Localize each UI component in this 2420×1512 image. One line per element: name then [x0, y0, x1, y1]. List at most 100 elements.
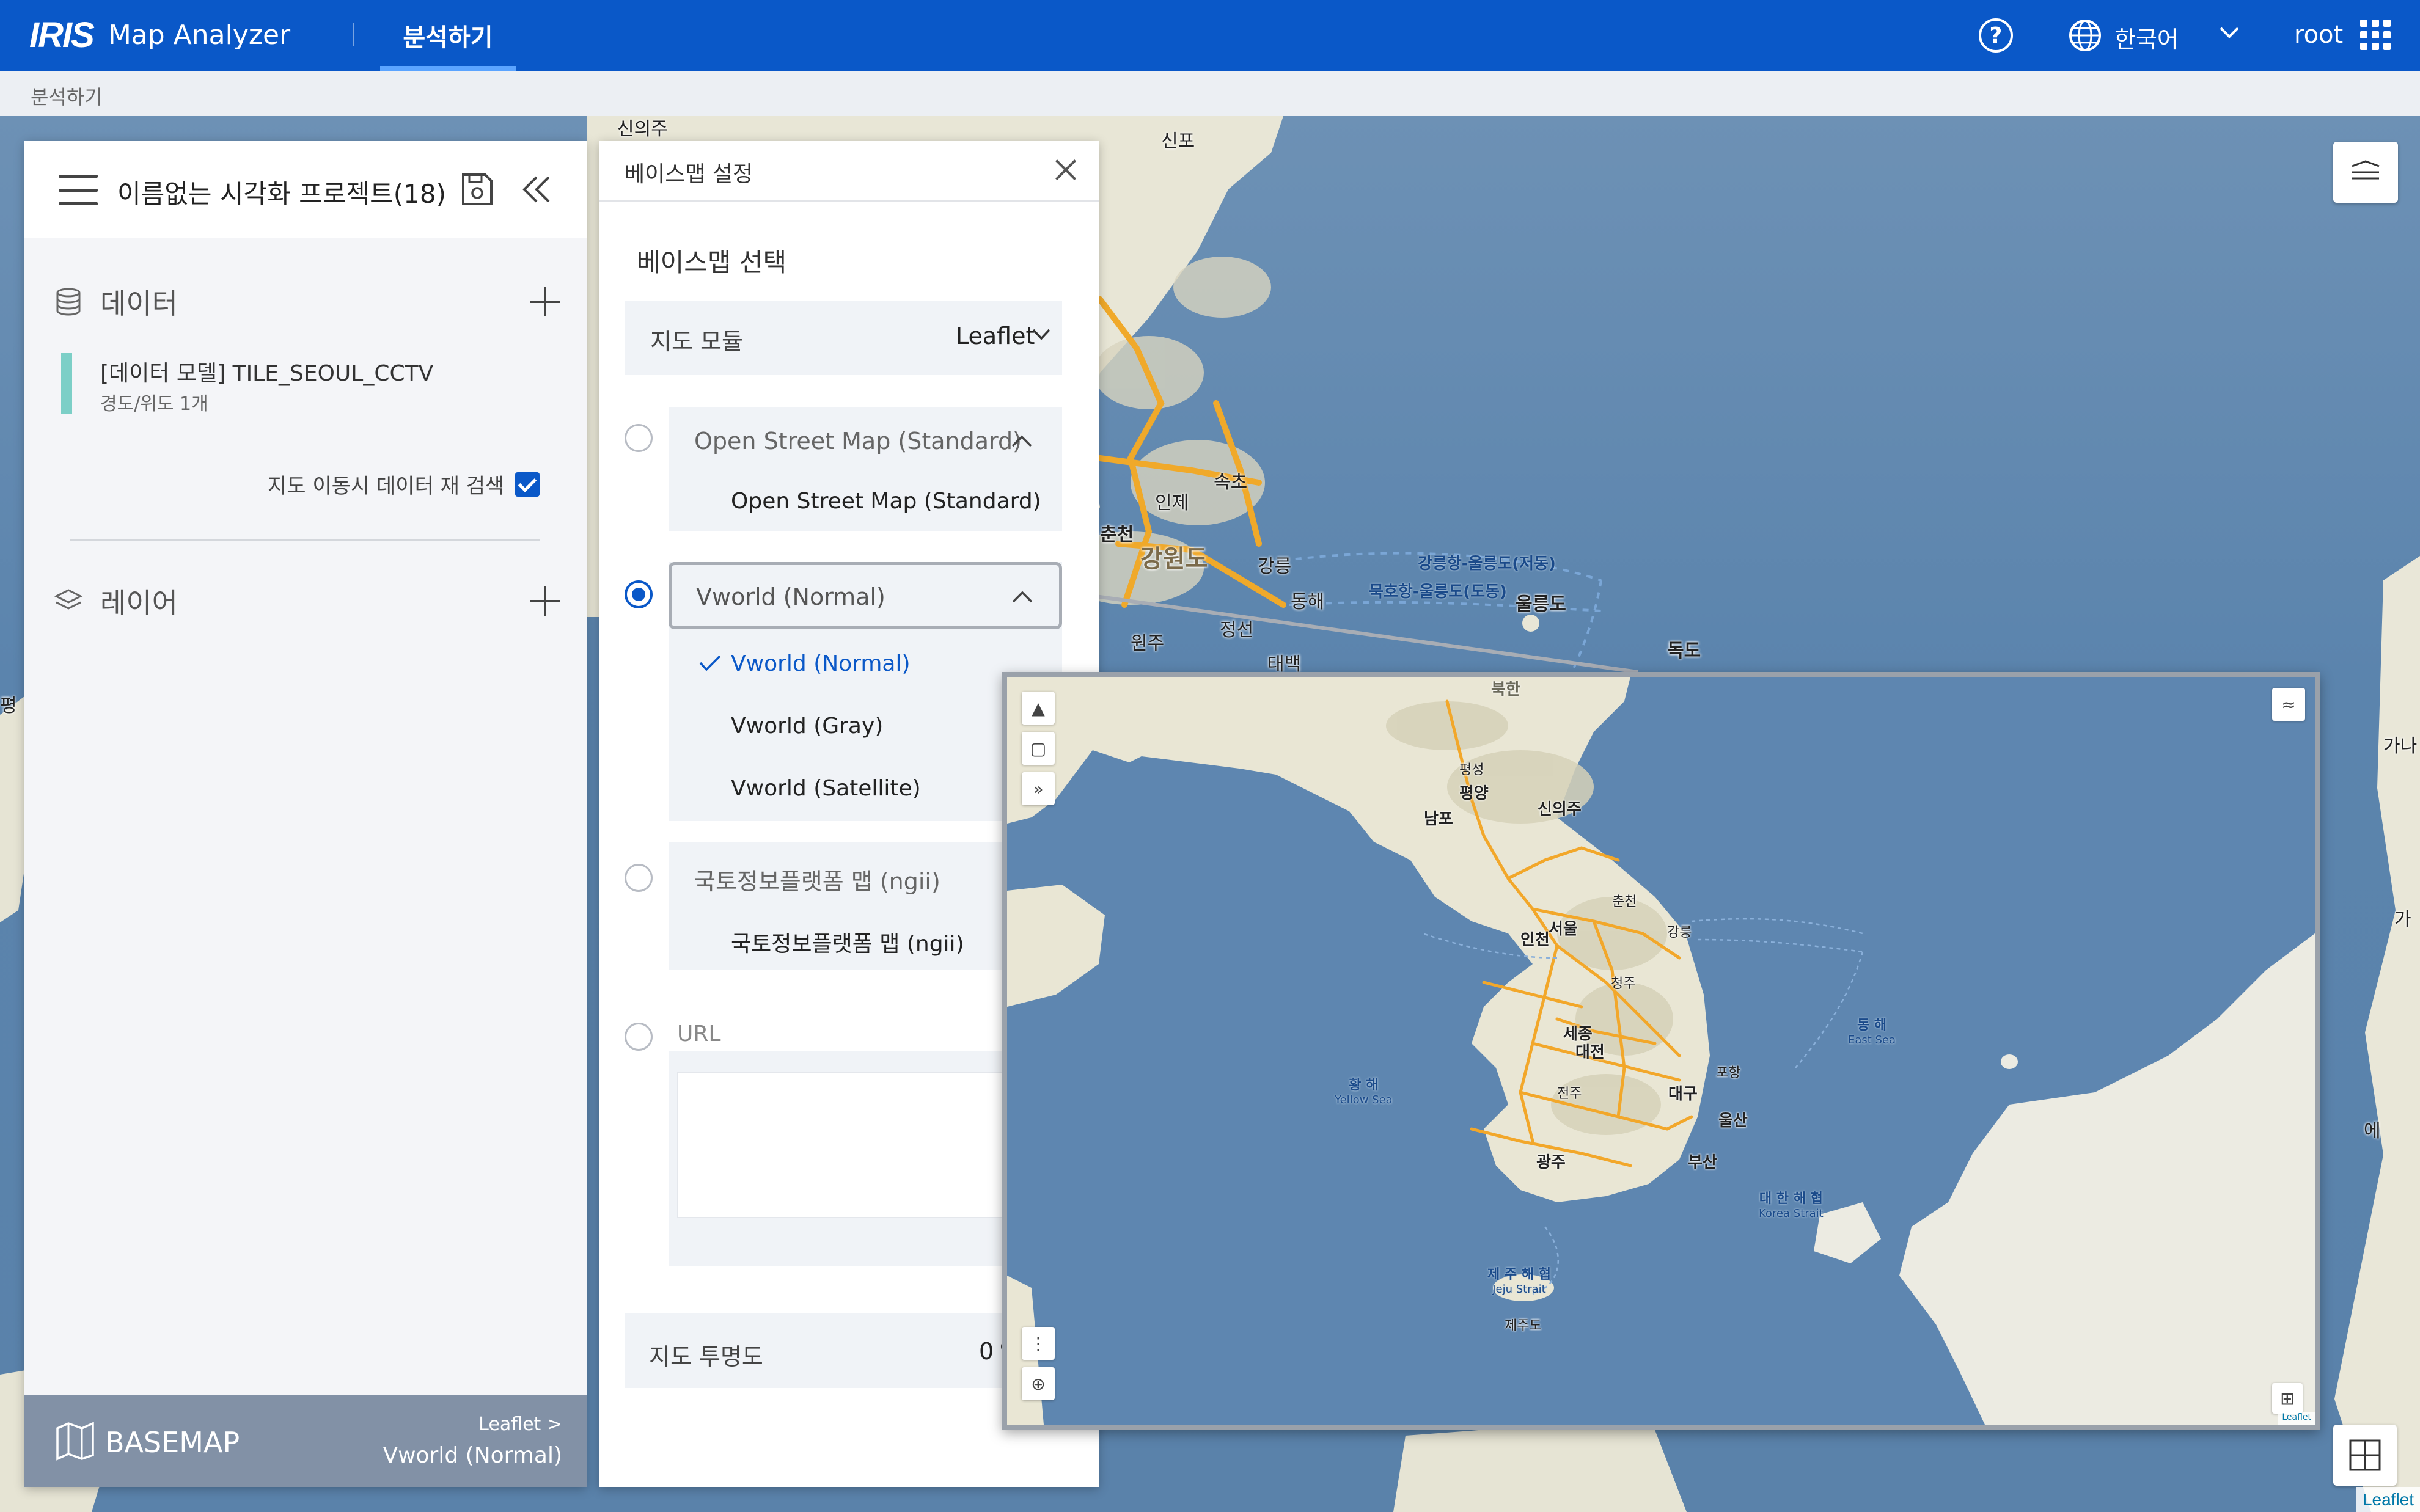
chevron-up-icon — [1011, 435, 1032, 447]
preview-city-label: 울산 — [1718, 1112, 1748, 1130]
url-input[interactable] — [677, 1072, 1054, 1218]
radio-osm[interactable] — [625, 424, 653, 452]
basemap-preview-toggle[interactable] — [2333, 1425, 2397, 1486]
app-logo[interactable]: IRIS Map Analyzer — [29, 13, 290, 56]
preview-draw-icon[interactable]: ▲ — [1022, 692, 1055, 725]
preview-city-label: 북한 — [1491, 681, 1520, 699]
data-section-title: 데이터 — [100, 287, 178, 320]
preview-city-label: 신의주 — [1538, 800, 1582, 819]
language-select[interactable]: 한국어 — [2114, 21, 2179, 54]
top-navigation-bar: IRIS Map Analyzer 분석하기 ? 한국어 root — [0, 0, 2420, 71]
basemap-select-heading: 베이스맵 선택 — [637, 247, 787, 277]
preview-city-label: 인천 — [1520, 931, 1550, 949]
chevron-up-icon — [1012, 591, 1033, 603]
preview-sea-label: 황 해 Yellow Sea — [1335, 1078, 1393, 1106]
preview-city-label: 청주 — [1611, 976, 1636, 992]
map-module-value: Leaflet — [956, 323, 1035, 349]
tab-analyze[interactable]: 분석하기 — [380, 0, 516, 71]
group-header-vworld[interactable]: Vworld (Normal) — [669, 562, 1062, 629]
group-label: Vworld (Normal) — [696, 583, 886, 610]
group-header-osm[interactable]: Open Street Map (Standard) — [669, 407, 1062, 474]
preview-city-label: 전주 — [1557, 1086, 1582, 1101]
map-layers-button[interactable] — [2333, 142, 2398, 203]
radio-ngii[interactable] — [625, 864, 653, 892]
basemap-footer[interactable]: BASEMAP Leaflet > Vworld (Normal) — [24, 1395, 587, 1487]
breadcrumb[interactable]: 분석하기 — [31, 82, 103, 110]
basemap-footer-module: Leaflet > — [479, 1414, 562, 1435]
basemap-option[interactable]: Open Street Map (Standard) — [669, 470, 1062, 533]
preview-city-label: 포항 — [1716, 1065, 1741, 1081]
basemap-group-osm: Open Street Map (Standard) Open Street M… — [669, 407, 1062, 531]
refetch-checkbox[interactable] — [515, 472, 540, 497]
globe-icon[interactable] — [2068, 18, 2102, 53]
save-icon[interactable] — [458, 171, 495, 208]
section-divider — [70, 539, 540, 541]
preview-layers-icon[interactable]: ≈ — [2272, 688, 2305, 721]
radio-url[interactable] — [625, 1023, 653, 1051]
preview-city-label: 대전 — [1575, 1043, 1605, 1062]
preview-city-label: 광주 — [1536, 1153, 1566, 1172]
layers-icon — [54, 589, 83, 610]
basemap-preview[interactable]: 신의주 북한 평성 평양 남포 서울 인천 세종 대전 대구 울산 광주 부산 … — [1002, 672, 2320, 1430]
radio-vworld[interactable] — [625, 580, 653, 608]
layout-icon — [2349, 1439, 2381, 1471]
help-icon[interactable]: ? — [1979, 18, 2013, 53]
preview-expand-icon[interactable]: » — [1022, 772, 1055, 805]
preview-layout-icon[interactable]: ⊞ — [2272, 1383, 2303, 1414]
refetch-option: 지도 이동시 데이터 재 검색 — [268, 469, 540, 499]
group-label: 국토정보플랫폼 맵 (ngii) — [694, 868, 941, 895]
basemap-footer-title: BASEMAP — [105, 1426, 240, 1459]
preview-map-tiles — [1007, 677, 2315, 1425]
map-module-select[interactable]: 지도 모듈 Leaflet — [625, 301, 1062, 375]
add-layer-button[interactable] — [529, 585, 561, 617]
layer-section-title: 레이어 — [100, 586, 178, 619]
add-data-button[interactable] — [529, 286, 561, 318]
preview-zoom-icon[interactable]: ⊕ — [1022, 1367, 1055, 1400]
preview-city-label: 강릉 — [1667, 925, 1692, 940]
chevron-down-icon[interactable] — [2217, 23, 2242, 42]
map-icon — [56, 1422, 94, 1461]
preview-city-label: 남포 — [1424, 810, 1453, 828]
preview-city-label: 춘천 — [1612, 894, 1637, 910]
preview-city-label: 평양 — [1459, 784, 1489, 803]
option-label: 국토정보플랫폼 맵 (ngii) — [731, 932, 964, 957]
settings-header: 베이스맵 설정 — [599, 141, 1099, 202]
data-list-item[interactable]: [데이터 모델] TILE_SEOUL_CCTV 경도/위도 1개 — [61, 353, 562, 420]
topbar-divider — [353, 23, 354, 46]
close-icon[interactable] — [1054, 158, 1078, 182]
opacity-label: 지도 투명도 — [649, 1343, 763, 1370]
chevron-down-icon — [1032, 329, 1050, 340]
project-title[interactable]: 이름없는 시각화 프로젝트(18) — [117, 173, 446, 211]
apps-grid-icon[interactable] — [2360, 20, 2391, 50]
database-icon — [56, 288, 81, 316]
settings-title: 베이스맵 설정 — [625, 162, 754, 187]
preview-city-label: 서울 — [1549, 920, 1578, 938]
data-item-subtitle: 경도/위도 1개 — [100, 393, 208, 415]
user-menu[interactable]: root — [2294, 21, 2343, 49]
collapse-panel-icon[interactable] — [519, 173, 554, 205]
option-label: Vworld (Satellite) — [731, 776, 921, 801]
preview-sea-label: 대 한 해 협 Korea Strait — [1759, 1191, 1824, 1220]
data-color-bar — [61, 353, 72, 414]
project-header: 이름없는 시각화 프로젝트(18) — [24, 141, 587, 238]
project-panel: 이름없는 시각화 프로젝트(18) 데이터 [데이터 모델] TILE_SEOU… — [24, 141, 587, 1487]
preview-city-label: 부산 — [1688, 1153, 1717, 1172]
basemap-footer-name: Vworld (Normal) — [383, 1443, 562, 1468]
map-module-label: 지도 모듈 — [650, 328, 743, 355]
map-opacity-row: 지도 투명도 0 % — [625, 1313, 1062, 1388]
preview-route-icon[interactable]: ⋮ — [1022, 1327, 1055, 1360]
logo-mark: IRIS — [29, 15, 95, 55]
opacity-input[interactable]: 0 — [979, 1338, 994, 1365]
preview-attribution[interactable]: Leaflet — [2278, 1412, 2315, 1425]
menu-icon[interactable] — [59, 175, 98, 205]
refetch-label: 지도 이동시 데이터 재 검색 — [268, 474, 505, 499]
url-label: URL — [677, 1021, 721, 1046]
option-label: Vworld (Gray) — [731, 714, 884, 739]
data-item-name: [데이터 모델] TILE_SEOUL_CCTV — [100, 361, 434, 386]
layer-section-header: 레이어 — [54, 577, 561, 626]
preview-sea-label: 동 해 East Sea — [1848, 1018, 1896, 1046]
breadcrumb-bar: 분석하기 — [0, 71, 2420, 116]
preview-measure-icon[interactable]: ▢ — [1022, 732, 1055, 765]
preview-city-label: 대구 — [1668, 1085, 1698, 1103]
map-attribution[interactable]: Leaflet — [2356, 1487, 2420, 1512]
